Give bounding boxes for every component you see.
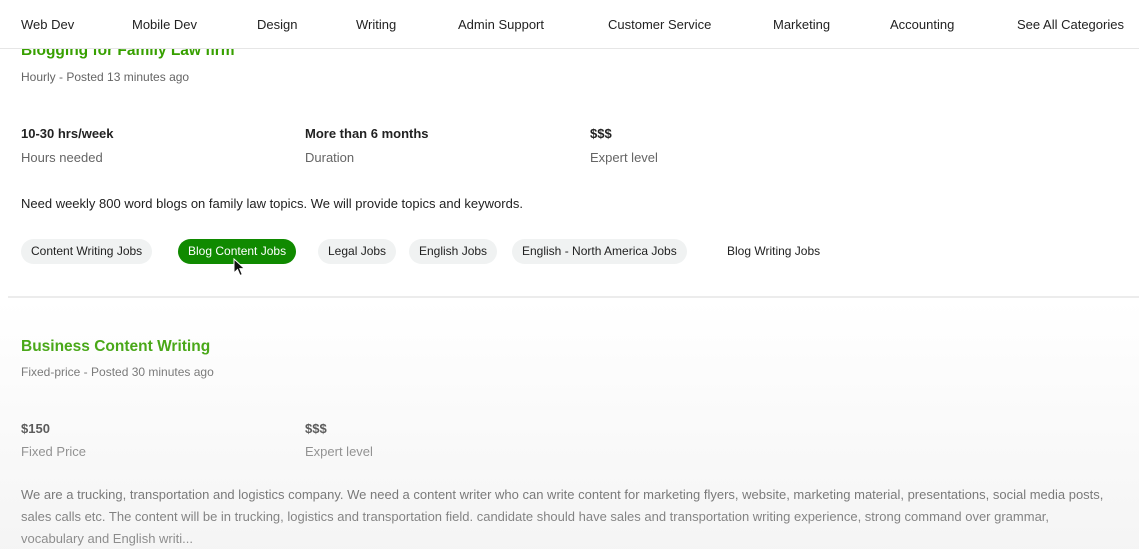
category-nav: Web Dev Mobile Dev Design Writing Admin … — [0, 0, 1139, 49]
tag-legal-jobs[interactable]: Legal Jobs — [318, 239, 397, 264]
mouse-cursor-icon — [233, 258, 246, 277]
nav-item-customer-service[interactable]: Customer Service — [608, 17, 711, 32]
hours-label: Hours needed — [21, 150, 103, 165]
job-posted-meta: Fixed-price - Posted 30 minutes ago — [21, 365, 214, 379]
nav-item-writing[interactable]: Writing — [356, 17, 396, 32]
nav-item-web-dev[interactable]: Web Dev — [21, 17, 74, 32]
job-divider — [8, 296, 1139, 298]
job-title[interactable]: Business Content Writing — [21, 338, 210, 356]
level-value: $$$ — [305, 421, 327, 436]
tag-content-writing-jobs[interactable]: Content Writing Jobs — [21, 239, 153, 264]
nav-item-admin-support[interactable]: Admin Support — [458, 17, 544, 32]
tag-english-jobs[interactable]: English Jobs — [409, 239, 498, 264]
job-description: We are a trucking, transportation and lo… — [21, 487, 1104, 546]
nav-item-accounting[interactable]: Accounting — [890, 17, 954, 32]
level-label: Expert level — [305, 444, 373, 459]
level-label: Expert level — [590, 150, 658, 165]
nav-item-mobile-dev[interactable]: Mobile Dev — [132, 17, 197, 32]
nav-item-see-all-categories[interactable]: See All Categories — [1017, 17, 1124, 32]
tag-blog-writing-jobs[interactable]: Blog Writing Jobs — [717, 239, 830, 264]
tag-english-north-america-jobs[interactable]: English - North America Jobs — [512, 239, 687, 264]
job-card-2[interactable]: Business Content Writing Fixed-price - P… — [0, 300, 1139, 549]
price-value: $150 — [21, 421, 50, 436]
duration-label: Duration — [305, 150, 355, 165]
nav-item-design[interactable]: Design — [257, 17, 297, 32]
price-label: Fixed Price — [21, 444, 87, 459]
job-description: Need weekly 800 word blogs on family law… — [21, 196, 523, 211]
duration-value: More than 6 months — [305, 126, 429, 141]
level-value: $$$ — [590, 126, 612, 141]
nav-item-marketing[interactable]: Marketing — [773, 17, 830, 32]
hours-value: 10-30 hrs/week — [21, 126, 114, 141]
job-posted-meta: Hourly - Posted 13 minutes ago — [21, 70, 190, 84]
